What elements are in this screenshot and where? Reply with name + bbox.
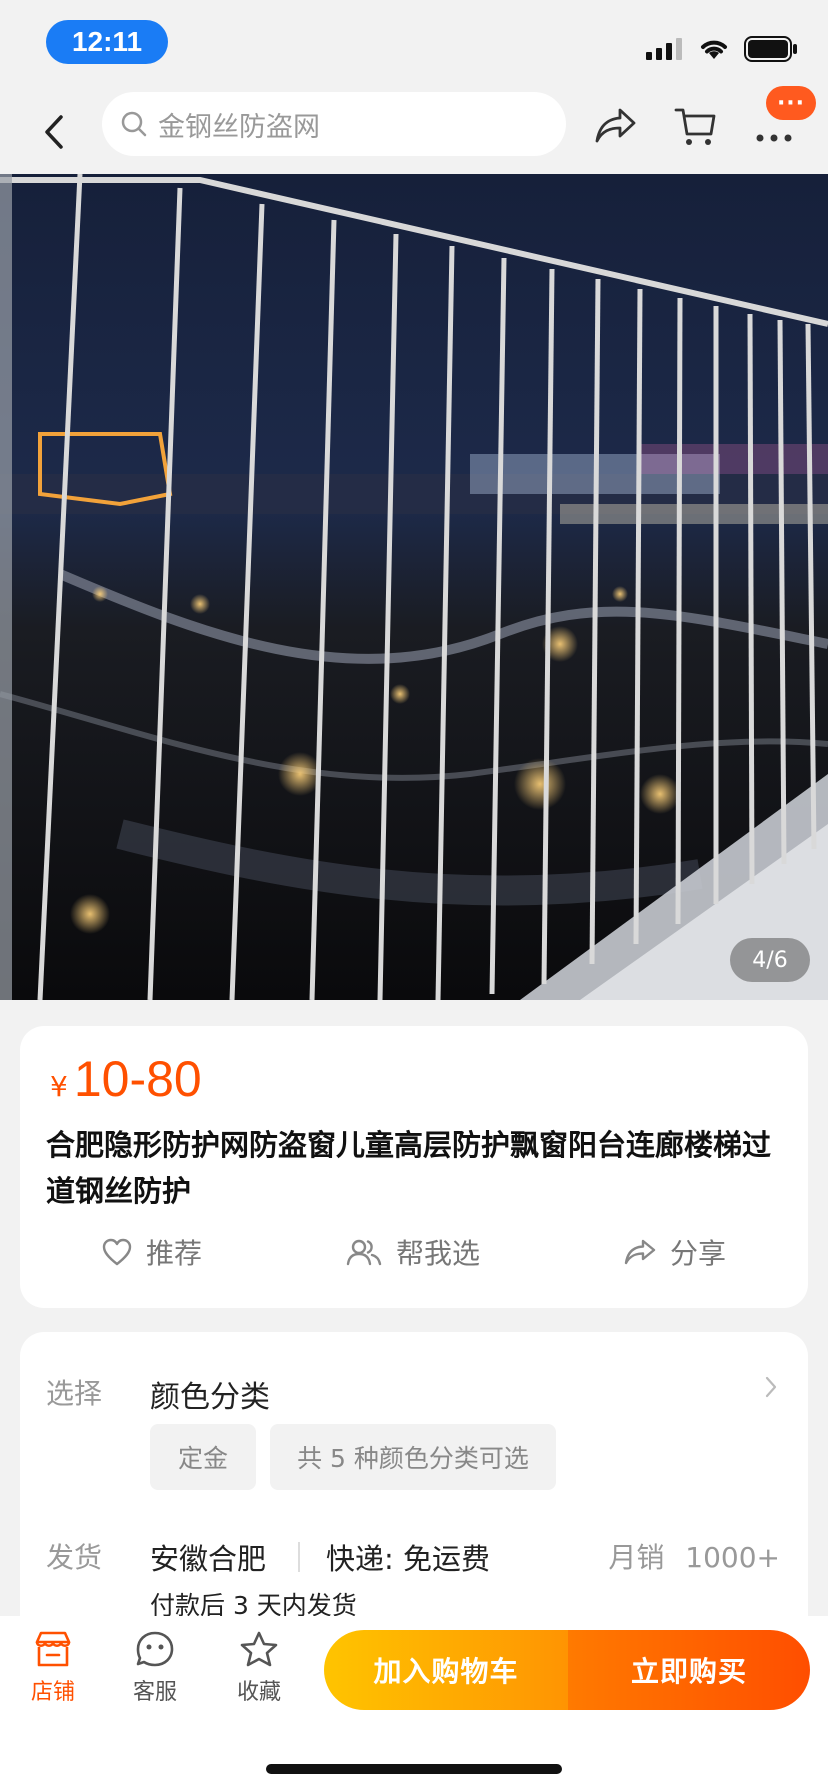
search-placeholder: 金钢丝防盗网	[158, 111, 320, 143]
share-button[interactable]	[594, 106, 638, 150]
buy-now-button[interactable]: 立即购买	[568, 1630, 810, 1710]
cart-button[interactable]	[674, 104, 718, 152]
signal-icon	[646, 38, 682, 60]
product-title: 合肥隐形防护网防盗窗儿童高层防护飘窗阳台连廊楼梯过道钢丝防护	[46, 1128, 772, 1208]
battery-icon	[744, 36, 797, 62]
bottom-action-bar: 店铺 客服 收藏 加入购物车 立即购买	[0, 1616, 828, 1792]
price-currency: ¥	[50, 1070, 68, 1103]
favorite-label: 收藏	[236, 1680, 281, 1705]
status-bar: 12:11	[0, 0, 828, 90]
store-icon	[35, 1631, 71, 1667]
share-action-button[interactable]: 分享	[624, 1232, 726, 1272]
monthly-sales-label: 月销	[608, 1541, 665, 1574]
select-row-button[interactable]	[764, 1376, 778, 1402]
chevron-left-icon	[45, 115, 63, 149]
shipping-location: 安徽合肥	[150, 1542, 267, 1576]
help-choose-button[interactable]: 帮我选	[346, 1232, 480, 1272]
store-label: 店铺	[30, 1680, 75, 1705]
star-icon	[240, 1631, 278, 1667]
heart-icon	[102, 1238, 132, 1266]
help-choose-label: 帮我选	[396, 1237, 481, 1270]
details-card: 选择 颜色分类 定金 共 5 种颜色分类可选 发货 安徽合肥 快递: 免运费 月…	[20, 1332, 808, 1632]
more-button[interactable]: ···	[752, 86, 816, 156]
monthly-sales-value: 1000+	[685, 1541, 780, 1574]
back-button[interactable]	[34, 110, 74, 154]
favorite-tab[interactable]: 收藏	[224, 1630, 294, 1706]
price: ¥ 10-80	[50, 1050, 202, 1108]
people-icon	[346, 1239, 382, 1266]
chat-face-icon	[136, 1631, 174, 1667]
image-counter: 4/6	[730, 938, 810, 982]
service-tab[interactable]: 客服	[120, 1630, 190, 1706]
wifi-icon	[701, 40, 727, 59]
option-chip[interactable]: 定金	[150, 1424, 256, 1490]
shipping-label: 发货	[46, 1541, 103, 1574]
status-icons	[646, 36, 798, 62]
option-chip[interactable]: 共 5 种颜色分类可选	[270, 1424, 556, 1490]
product-info-card: ¥ 10-80 合肥隐形防护网防盗窗儿童高层防护飘窗阳台连廊楼梯过道钢丝防护 推…	[20, 1026, 808, 1308]
recommend-label: 推荐	[146, 1237, 203, 1270]
product-actions: 推荐 帮我选 分享	[20, 1232, 808, 1282]
monthly-sales: 月销 1000+	[608, 1536, 780, 1576]
store-tab[interactable]: 店铺	[18, 1630, 88, 1706]
recommend-button[interactable]: 推荐	[102, 1232, 202, 1272]
select-title[interactable]: 颜色分类	[150, 1372, 270, 1416]
service-label: 客服	[132, 1680, 177, 1705]
shipping-express: 快递: 免运费	[326, 1542, 490, 1576]
price-value: 10-80	[73, 1051, 202, 1107]
share-icon	[624, 1239, 656, 1265]
cart-icon	[674, 108, 716, 145]
add-to-cart-button[interactable]: 加入购物车	[324, 1630, 568, 1710]
chevron-right-icon	[765, 1376, 777, 1398]
status-time: 12:11	[46, 20, 168, 64]
product-photo	[0, 174, 828, 1000]
search-icon	[121, 111, 147, 137]
share-label: 分享	[670, 1237, 727, 1270]
share-icon	[595, 108, 636, 143]
product-image[interactable]: 4/6	[0, 174, 828, 1000]
home-indicator	[266, 1764, 562, 1774]
top-nav: 金钢丝防盗网 ···	[0, 86, 828, 174]
more-dots-icon	[756, 134, 792, 142]
more-badge: ···	[766, 86, 816, 120]
select-label: 选择	[46, 1377, 103, 1410]
search-input[interactable]: 金钢丝防盗网	[102, 92, 566, 156]
divider	[298, 1542, 300, 1572]
